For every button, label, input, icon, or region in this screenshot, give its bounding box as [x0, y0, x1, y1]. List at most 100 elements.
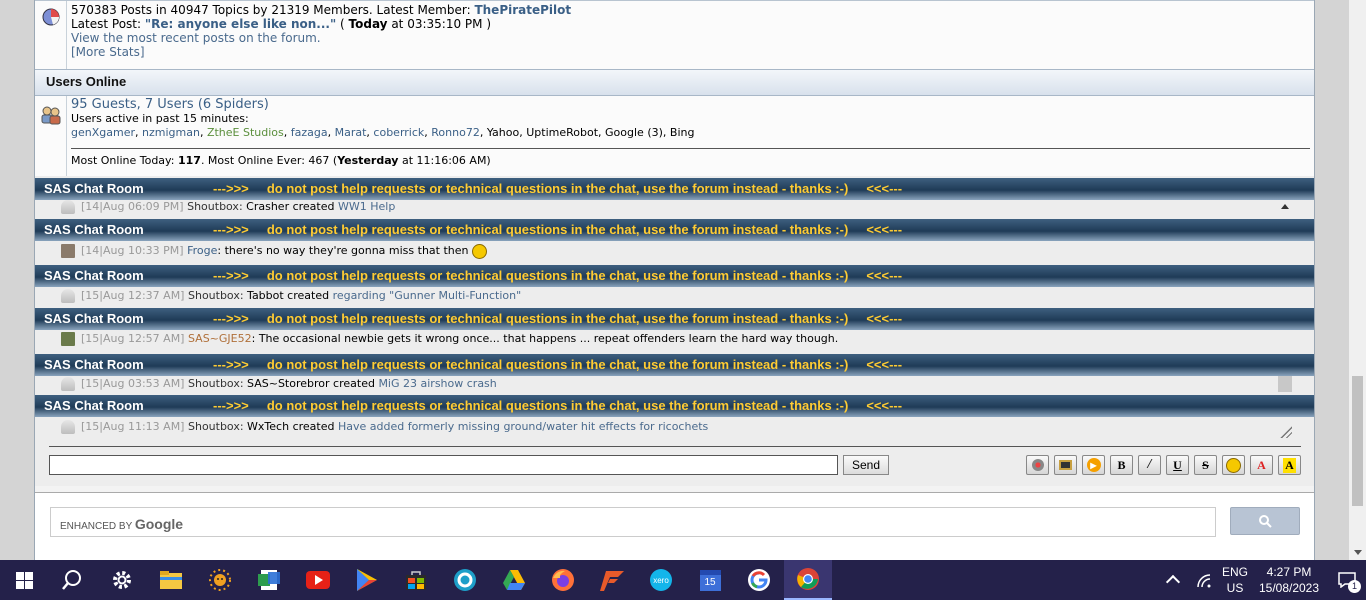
chat-room-notice: --->>> do not post help requests or tech… [213, 268, 903, 283]
chat-author: Shoutbox: [187, 200, 243, 213]
most-online: Most Online Today: 117. Most Online Ever… [71, 154, 491, 167]
italic-tool-button[interactable]: / [1138, 455, 1161, 475]
taskbar-chrome[interactable] [784, 560, 832, 600]
store-bag-icon [406, 571, 426, 590]
taskbar-settings[interactable] [98, 560, 146, 600]
smiley-icon [1226, 457, 1241, 473]
active-user-link[interactable]: Marat [335, 126, 367, 139]
taskbar-app-sun[interactable] [196, 560, 244, 600]
bold-tool-button[interactable]: B [1110, 455, 1133, 475]
taskbar-play-store[interactable] [343, 560, 391, 600]
chat-author[interactable]: SAS~GJE52 [188, 332, 252, 345]
chat-author: Shoutbox: [187, 420, 244, 433]
clock-time: 4:27 PM [1266, 565, 1312, 579]
taskbar-youtube[interactable] [294, 560, 342, 600]
taskbar-app-ring[interactable] [441, 560, 489, 600]
language-indicator[interactable]: ENG US [1222, 564, 1248, 596]
search-button[interactable] [1230, 507, 1300, 535]
active-user-link[interactable]: fazaga [291, 126, 328, 139]
taskbar-app-docs[interactable] [245, 560, 293, 600]
chat-topic-link[interactable]: regarding "Gunner Multi-Function" [333, 289, 522, 302]
user-separator: , [283, 126, 291, 139]
chat-topic-link[interactable]: Have added formerly missing ground/water… [338, 420, 708, 433]
chat-room-header: SAS Chat Room --->>> do not post help req… [35, 395, 1314, 417]
users-online-heading: Users Online [35, 69, 1314, 96]
taskbar-google-drive[interactable] [490, 560, 538, 600]
tray-chevron-up-icon[interactable] [1165, 574, 1181, 590]
forum-page: 570383 Posts in 40947 Topics by 21319 Me… [0, 0, 1349, 560]
more-stats-link[interactable]: [More Stats] [71, 45, 571, 59]
wifi-icon[interactable] [1196, 574, 1212, 588]
strike-tool-button[interactable]: S [1194, 455, 1217, 475]
taskbar-store[interactable] [392, 560, 440, 600]
guests-count-link[interactable]: 95 Guests, 7 Users (6 Spiders) [71, 98, 694, 112]
highlight-tool-button[interactable]: A [1278, 455, 1301, 475]
latest-post-link[interactable]: "Re: anyone else like non..." [145, 17, 336, 31]
chat-topic-link[interactable]: MiG 23 airshow crash [378, 377, 496, 390]
taskbar-search[interactable] [48, 560, 96, 600]
calendar-icon: 15 [699, 569, 721, 591]
send-button[interactable]: Send [843, 455, 889, 475]
chat-author[interactable]: Froge [187, 244, 217, 257]
color-palette-tool-button[interactable] [1026, 455, 1049, 475]
document-app-icon [258, 570, 280, 590]
most-online-ever-time: at 11:16:06 AM) [398, 154, 491, 167]
active-user-link: Yahoo [486, 126, 520, 139]
active-user-link[interactable]: genXgamer [71, 126, 135, 139]
chat-input-row: Send ▶ B / U S A A [49, 446, 1301, 486]
sun-app-icon [209, 569, 231, 591]
user-separator: , [479, 126, 487, 139]
chat-message: [14|Aug 10:33 PM] Froge: there's no way … [57, 241, 1287, 261]
page-scrollbar[interactable] [1349, 0, 1366, 560]
taskbar-app-slash[interactable] [588, 560, 636, 600]
wink-smiley-icon [472, 243, 487, 259]
search-icon [62, 570, 81, 590]
underline-tool-button[interactable]: U [1166, 455, 1189, 475]
users-icon-cell [35, 96, 67, 176]
image-tool-button[interactable] [1054, 455, 1077, 475]
search-input[interactable]: ENHANCED BY Google [50, 507, 1216, 537]
chat-timestamp: [14|Aug 06:09 PM] [81, 200, 184, 213]
clock[interactable]: 4:27 PM 15/08/2023 [1254, 564, 1324, 596]
avatar-icon [61, 244, 75, 258]
chat-room-title: SAS Chat Room [44, 357, 144, 372]
scroll-down-icon[interactable] [1354, 550, 1362, 555]
font-color-tool-button[interactable]: A [1250, 455, 1273, 475]
chat-room-notice: --->>> do not post help requests or tech… [213, 357, 903, 372]
active-users-list: genXgamer, nzmigman, ZtheE Studios, faza… [71, 126, 694, 140]
chat-room-header: SAS Chat Room --->>> do not post help req… [35, 219, 1314, 241]
avatar-icon [61, 200, 75, 214]
chat-message-input[interactable] [49, 455, 838, 475]
recent-posts-link[interactable]: View the most recent posts on the forum. [71, 31, 571, 45]
strikethrough-icon: S [1202, 457, 1209, 472]
active-user-link[interactable]: ZtheE Studios [207, 126, 284, 139]
smiley-tool-button[interactable] [1222, 455, 1245, 475]
chrome-icon [797, 568, 819, 590]
chat-topic-link[interactable]: WW1 Help [338, 200, 395, 213]
taskbar-firefox[interactable] [539, 560, 587, 600]
bold-icon: B [1117, 457, 1126, 472]
taskbar-google[interactable] [735, 560, 783, 600]
play-icon: ▶ [1086, 458, 1101, 472]
active-user-link[interactable]: Ronno72 [431, 126, 480, 139]
start-button[interactable] [0, 560, 48, 600]
chat-message: [15|Aug 12:57 AM] SAS~GJE52: The occasio… [57, 329, 1287, 349]
taskbar-xero[interactable]: xero [637, 560, 685, 600]
page-scroll-thumb[interactable] [1352, 376, 1363, 506]
chat-text: SAS~Storebror created [243, 377, 379, 390]
stats-line-2: Latest Post: "Re: anyone else like non..… [71, 17, 571, 31]
notification-center-button[interactable]: 1 [1338, 570, 1361, 593]
chat-room-notice: --->>> do not post help requests or tech… [213, 181, 903, 196]
media-tool-button[interactable]: ▶ [1082, 455, 1105, 475]
user-separator: , [135, 126, 142, 139]
latest-member-link[interactable]: ThePiratePilot [474, 3, 571, 17]
folder-icon [160, 571, 182, 589]
taskbar-file-explorer[interactable] [147, 560, 195, 600]
user-separator: , [199, 126, 207, 139]
active-user-link[interactable]: coberrick [373, 126, 424, 139]
taskbar-calendar[interactable]: 15 [686, 560, 734, 600]
svg-text:xero: xero [653, 576, 669, 585]
chat-room-notice: --->>> do not post help requests or tech… [213, 222, 903, 237]
active-user-link[interactable]: nzmigman [142, 126, 200, 139]
latest-post-label: Latest Post: [71, 17, 145, 31]
